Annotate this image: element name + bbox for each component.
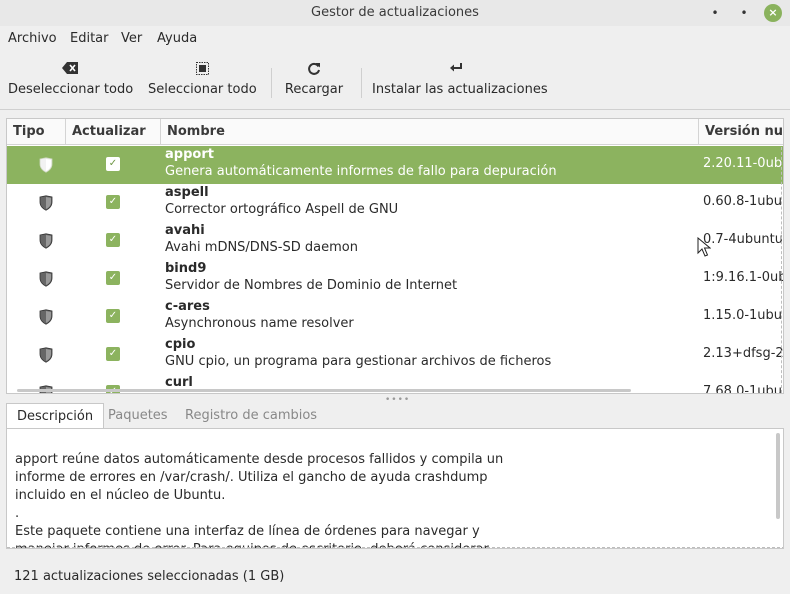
select-all-icon	[148, 52, 256, 76]
shield-icon	[39, 157, 53, 173]
package-version: 1.15.0-1ubun	[703, 308, 784, 323]
menu-bar: Archivo Editar Ver Ayuda	[0, 26, 790, 52]
package-name: curl	[165, 375, 193, 390]
toolbar: Deseleccionar todo Seleccionar todo Reca…	[0, 52, 790, 110]
vertical-scrollbar[interactable]	[776, 433, 780, 519]
status-text: 121 actualizaciones seleccionadas (1 GB)	[14, 569, 285, 584]
tab-descripcion[interactable]: Descripción	[6, 403, 105, 429]
package-version: 2.20.11-0ubuntu	[703, 156, 783, 171]
update-manager-window: Gestor de actualizaciones • • × Archivo …	[0, 0, 790, 594]
package-name: cpio	[165, 337, 196, 352]
table-row[interactable]: ✓ apport Genera automáticamente informes d…	[7, 146, 783, 184]
reload-label: Recargar	[284, 82, 344, 97]
shield-icon	[39, 233, 53, 249]
install-updates-label: Instalar las actualizaciones	[372, 82, 548, 97]
package-description: Corrector ortográfico Aspell de GNU	[165, 202, 399, 217]
package-name: avahi	[165, 223, 205, 238]
package-name: c-ares	[165, 299, 210, 314]
reload-icon	[284, 52, 344, 76]
backspace-icon	[8, 52, 132, 76]
tab-registro-de-cambios[interactable]: Registro de cambios	[175, 403, 327, 429]
title-bar[interactable]: Gestor de actualizaciones • • ×	[0, 0, 790, 26]
menu-archivo[interactable]: Archivo	[8, 31, 57, 46]
package-name: apport	[165, 147, 214, 162]
shield-icon	[39, 195, 53, 211]
update-checkbox[interactable]: ✓	[106, 309, 120, 323]
shield-icon	[39, 309, 53, 325]
minimize-button[interactable]: •	[706, 4, 724, 22]
updates-table[interactable]: Tipo Actualizar Nombre Versión nueva ✓ ap…	[6, 118, 784, 394]
details-tabs: Descripción Paquetes Registro de cambios	[6, 403, 784, 429]
deselect-all-label: Deseleccionar todo	[8, 82, 134, 97]
package-description: Servidor de Nombres de Dominio de Intern…	[165, 278, 458, 293]
update-checkbox[interactable]: ✓	[106, 347, 120, 361]
description-pane[interactable]: apport reúne datos automáticamente desde…	[6, 428, 784, 549]
package-description: Asynchronous name resolver	[165, 316, 354, 331]
reload-button[interactable]: Recargar	[284, 52, 344, 108]
column-drag-indicator	[781, 147, 782, 393]
update-checkbox[interactable]: ✓	[106, 157, 120, 171]
update-checkbox[interactable]: ✓	[106, 233, 120, 247]
shield-icon	[39, 271, 53, 287]
menu-ver[interactable]: Ver	[121, 31, 142, 46]
column-header-tipo[interactable]: Tipo	[7, 119, 66, 145]
package-description: Avahi mDNS/DNS-SD daemon	[165, 240, 358, 255]
table-header: Tipo Actualizar Nombre Versión nueva	[7, 119, 783, 145]
table-row[interactable]: ✓ aspell Corrector ortográfico Aspell de G…	[7, 184, 783, 222]
mouse-pointer-icon	[697, 237, 711, 257]
deselect-all-button[interactable]: Deseleccionar todo	[8, 52, 134, 108]
update-checkbox[interactable]: ✓	[106, 271, 120, 285]
package-version: 0.7-4ubuntu7	[703, 232, 784, 247]
table-row[interactable]: ✓ bind9 Servidor de Nombres de Dominio de …	[7, 260, 783, 298]
shield-icon	[39, 347, 53, 363]
maximize-button[interactable]: •	[735, 4, 753, 22]
tab-paquetes[interactable]: Paquetes	[98, 403, 178, 429]
package-version: 2.13+dfsg-2u	[703, 346, 784, 361]
toolbar-separator	[361, 68, 362, 98]
package-version: 7.68.0-1ubu	[703, 384, 783, 394]
horizontal-scrollbar[interactable]	[17, 389, 631, 392]
column-header-actualizar[interactable]: Actualizar	[66, 119, 161, 145]
table-row[interactable]: ✓ cpio GNU cpio, un programa para gestiona…	[7, 336, 784, 374]
menu-editar[interactable]: Editar	[70, 31, 109, 46]
select-all-label: Seleccionar todo	[148, 82, 257, 97]
select-all-button[interactable]: Seleccionar todo	[148, 52, 257, 108]
package-description: GNU cpio, un programa para gestionar arc…	[165, 354, 552, 369]
package-description: Genera automáticamente informes de fallo…	[165, 164, 557, 179]
pane-edge-indicator	[7, 547, 783, 548]
column-header-version[interactable]: Versión nueva	[699, 119, 783, 145]
update-checkbox[interactable]: ✓	[106, 195, 120, 209]
package-name: bind9	[165, 261, 207, 276]
window-title: Gestor de actualizaciones	[311, 5, 479, 20]
close-button[interactable]: ×	[764, 4, 782, 22]
toolbar-separator	[271, 68, 272, 98]
table-row[interactable]: ✓ c-ares Asynchronous name resolver 1.15.0-…	[7, 298, 784, 336]
package-version: 0.60.8-1ubuntu	[703, 194, 783, 209]
package-name: aspell	[165, 185, 209, 200]
description-text: apport reúne datos automáticamente desde…	[15, 452, 504, 548]
return-arrow-icon	[372, 52, 540, 76]
install-updates-button[interactable]: Instalar las actualizaciones	[372, 52, 548, 108]
package-version: 1:9.16.1-0ubu	[703, 270, 783, 285]
table-row[interactable]: ✓ avahi Avahi mDNS/DNS-SD daemon 0.7-4ubunt…	[7, 222, 784, 260]
menu-ayuda[interactable]: Ayuda	[157, 31, 197, 46]
column-header-nombre[interactable]: Nombre	[161, 119, 699, 145]
